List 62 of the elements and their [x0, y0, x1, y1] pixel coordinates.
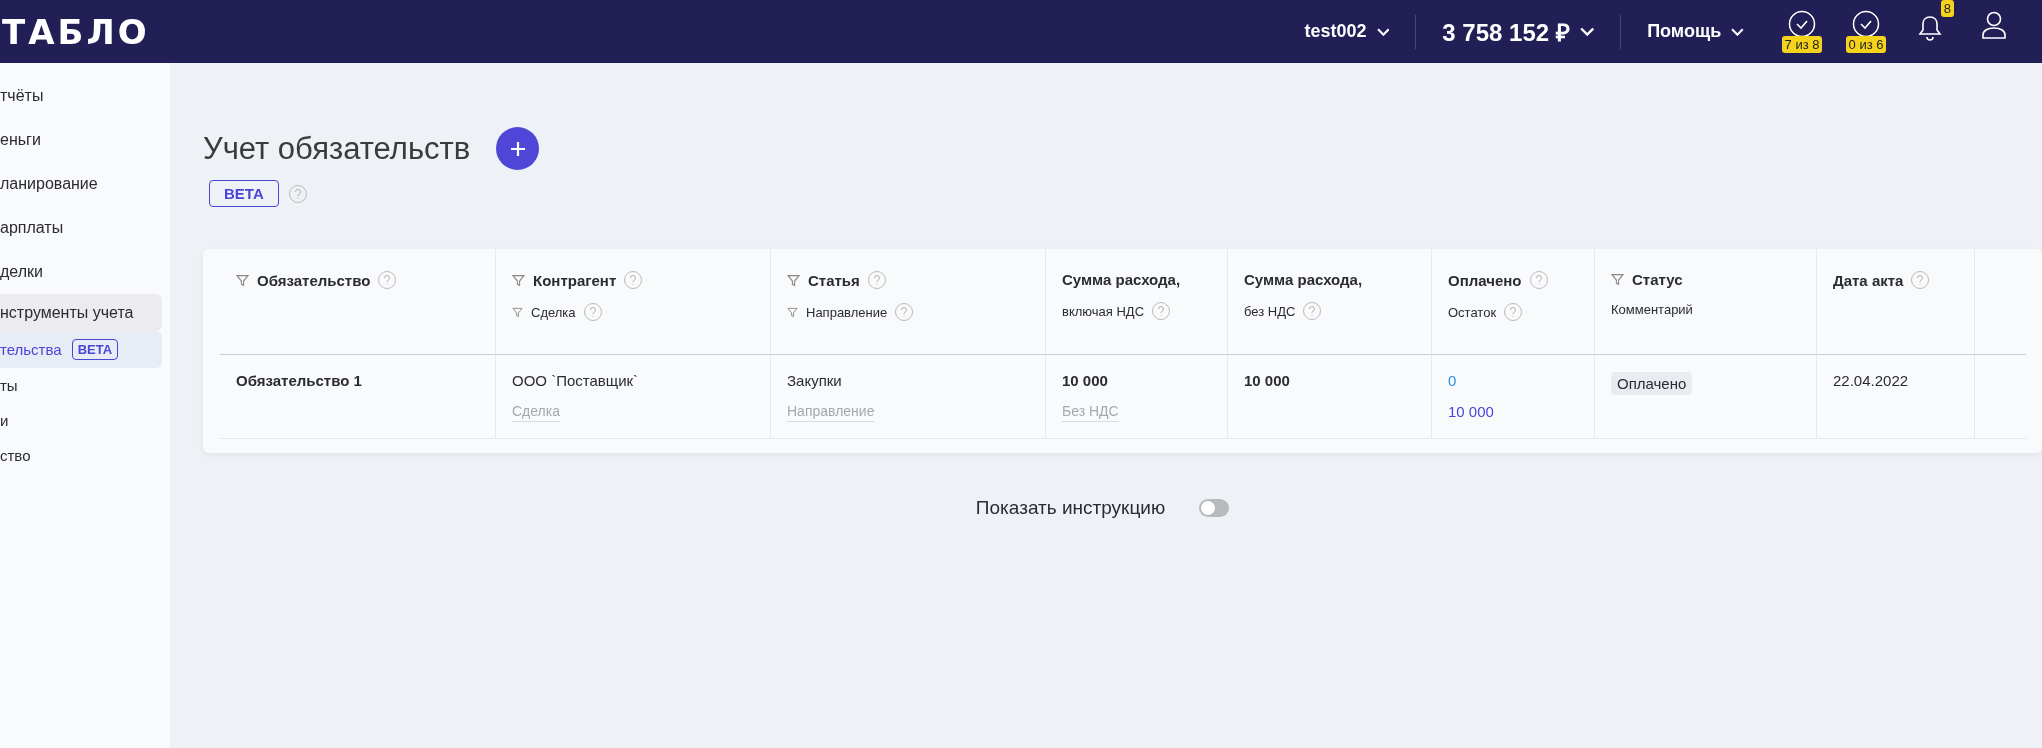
user-icon	[1981, 9, 2007, 40]
column-header: Сумма расхода,	[1244, 271, 1363, 288]
check-circle-icon	[1852, 9, 1880, 38]
column-header: Комментарий	[1611, 302, 1693, 317]
filter-icon[interactable]	[787, 306, 798, 318]
bell-icon	[1917, 13, 1943, 42]
sidebar-subitem[interactable]: ство	[0, 438, 162, 473]
logo[interactable]: ТАБЛО	[2, 11, 150, 52]
table-cell: Закупки	[787, 372, 842, 389]
progress-badge: 0 из 6	[1845, 35, 1887, 53]
table-cell[interactable]: 10 000	[1448, 403, 1494, 420]
instruction-switch[interactable]	[1199, 499, 1230, 517]
notification-count: 8	[1940, 0, 1954, 17]
task-progress-button[interactable]: 0 из 6	[1846, 9, 1886, 54]
sidebar-item[interactable]: еньги	[0, 118, 162, 162]
column-header: Сумма расхода,	[1062, 271, 1181, 288]
sidebar-item[interactable]: делки	[0, 250, 162, 294]
column-header: Сделка	[531, 304, 576, 320]
table-cell: 10 000	[1244, 372, 1290, 389]
beta-badge: BETA	[71, 339, 119, 360]
column-header: без НДС	[1244, 303, 1296, 319]
sidebar-item[interactable]: тчёты	[0, 74, 162, 118]
status-tag: Оплачено	[1611, 372, 1693, 395]
task-progress-button[interactable]: 7 из 8	[1782, 9, 1822, 54]
filter-icon[interactable]	[512, 306, 523, 318]
table-cell: 10 000	[1062, 372, 1108, 389]
sidebar-item[interactable]: нструменты учета	[0, 294, 162, 331]
toggle-label: Показать инструкцию	[975, 497, 1166, 519]
plus-icon	[509, 140, 526, 157]
column-header: Статья	[808, 271, 860, 289]
add-button[interactable]	[496, 127, 540, 170]
sidebar-subitem[interactable]: ты	[0, 368, 162, 403]
sidebar-subitem[interactable]: тельства BETA	[0, 331, 162, 368]
chevron-down-icon	[1579, 27, 1595, 36]
progress-badge: 7 из 8	[1781, 35, 1823, 53]
sidebar-item[interactable]: ланирование	[0, 162, 162, 206]
column-header: Оплачено	[1448, 271, 1522, 289]
chevron-down-icon	[1376, 27, 1390, 36]
page-title: Учет обязательств	[203, 130, 471, 167]
column-header: Дата акта	[1833, 271, 1904, 289]
check-circle-icon	[1788, 9, 1816, 38]
sidebar-item[interactable]: арплаты	[0, 206, 162, 250]
filter-icon[interactable]	[236, 273, 249, 287]
column-header: Обязательство	[257, 271, 371, 289]
sidebar-subitem[interactable]: и	[0, 403, 162, 438]
filter-icon[interactable]	[512, 273, 525, 287]
column-header: Статус	[1632, 271, 1683, 288]
filter-icon[interactable]	[1611, 273, 1624, 286]
column-header: Контрагент	[533, 271, 617, 289]
beta-badge: BETA	[209, 180, 279, 207]
sidebar-subitem-label: тельства	[0, 341, 62, 358]
column-header: Направление	[806, 304, 888, 320]
column-header: включая НДС	[1062, 303, 1145, 319]
help-menu[interactable]: Помощь	[1621, 21, 1770, 42]
balance-menu[interactable]: 3 758 152 ₽	[1416, 15, 1621, 48]
table-cell: 22.04.2022	[1833, 372, 1909, 389]
column-header: Остаток	[1448, 304, 1497, 320]
chevron-down-icon	[1731, 27, 1744, 36]
table-cell: Обязательство 1	[236, 372, 362, 389]
filter-icon[interactable]	[787, 273, 800, 287]
account-menu[interactable]: test002	[1278, 21, 1416, 42]
table-cell: ООО `Поставщик`	[512, 372, 639, 389]
